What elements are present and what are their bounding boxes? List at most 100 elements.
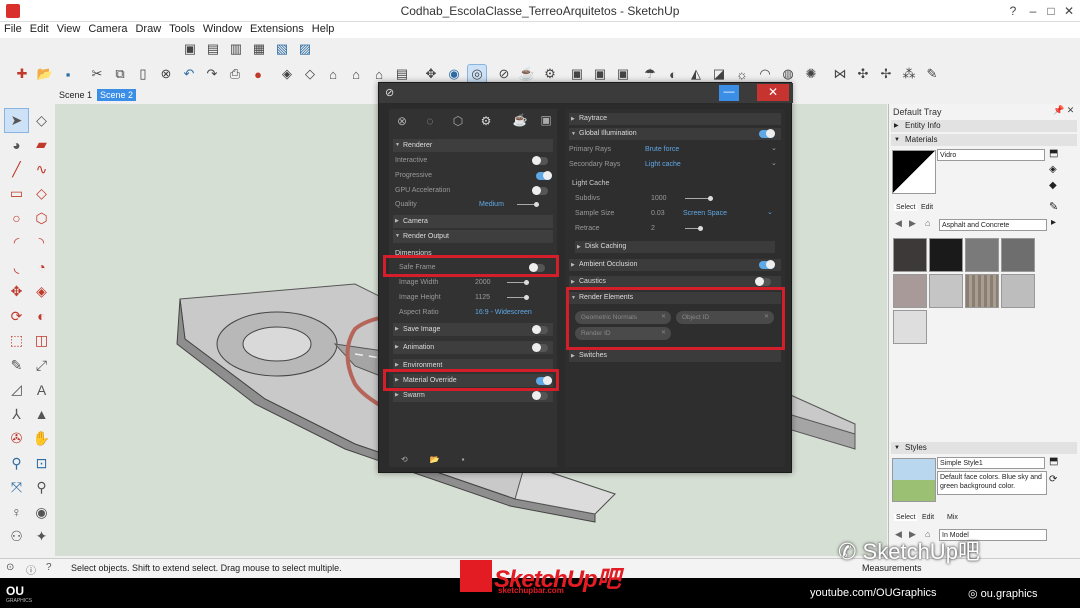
global-illumination-section[interactable]: Global Illumination — [569, 128, 781, 140]
material-swatch[interactable] — [1001, 274, 1035, 308]
save-settings-icon[interactable]: ▪ — [462, 455, 465, 469]
three-point-arc-icon[interactable]: ◟ — [4, 255, 29, 280]
menu-draw[interactable]: Draw — [131, 22, 165, 36]
save-image-toggle[interactable] — [532, 325, 548, 334]
menu-tools[interactable]: Tools — [165, 22, 199, 36]
create-material-icon[interactable]: ⬒ — [1049, 148, 1058, 159]
sphere-light-icon[interactable]: ☼ — [732, 64, 752, 84]
orbit-tool-icon[interactable]: ✇ — [4, 427, 29, 452]
cut-icon[interactable]: ✂ — [87, 64, 107, 84]
tab-scene-1[interactable]: Scene 1 — [56, 89, 95, 101]
dimension-tool-icon[interactable]: ⤢ — [29, 353, 54, 378]
sample-size-value[interactable]: 0.03 — [651, 210, 665, 217]
styles-edit-tab[interactable]: Edit — [922, 514, 934, 521]
push-pull-icon[interactable]: ◈ — [29, 280, 54, 305]
zoom-window-icon[interactable]: ⊡ — [29, 451, 54, 476]
save-icon[interactable]: ▪ — [58, 64, 78, 84]
primary-rays-dropdown-icon[interactable]: ⌄ — [771, 144, 777, 152]
render-teapot-icon[interactable]: ☕ — [511, 111, 529, 129]
quality-slider[interactable] — [517, 202, 539, 207]
vray-batch-icon[interactable]: ⚙ — [540, 64, 560, 84]
offset-tool-icon[interactable]: ◫ — [29, 329, 54, 354]
pie-tool-icon[interactable]: ◔ — [29, 255, 54, 280]
update-style-icon[interactable]: ⟳ — [1049, 474, 1057, 485]
animation-toggle[interactable] — [532, 343, 548, 352]
materials-section[interactable]: Materials — [891, 134, 1077, 146]
material-library-select[interactable]: Asphalt and Concrete — [939, 219, 1047, 231]
secondary-rays-value[interactable]: Light cache — [645, 161, 681, 168]
front-view-icon[interactable]: ▥ — [226, 39, 246, 59]
erase-icon[interactable]: ⊗ — [156, 64, 176, 84]
animation-section[interactable]: Animation — [393, 341, 553, 354]
lights-category-icon[interactable]: ◌ — [421, 112, 439, 130]
dialog-close-button[interactable]: ✕ — [757, 84, 789, 101]
print-icon[interactable]: ⎙ — [225, 64, 245, 84]
rectangle-tool-icon[interactable]: ▭ — [4, 182, 29, 207]
close-button[interactable]: ✕ — [1060, 2, 1078, 20]
retrace-slider[interactable] — [685, 226, 703, 231]
ies-light-icon[interactable]: ◭ — [686, 64, 706, 84]
mesh-light-icon[interactable]: ◍ — [778, 64, 798, 84]
circle-tool-icon[interactable]: ○ — [4, 206, 29, 231]
caustics-toggle[interactable] — [755, 277, 771, 286]
arc-tool-icon[interactable]: ◜ — [4, 231, 29, 256]
left-view-icon[interactable]: ▨ — [295, 39, 315, 59]
default-material-icon[interactable]: ◆ — [1049, 180, 1057, 191]
ambient-occlusion-toggle[interactable] — [759, 260, 775, 269]
subdivs-slider[interactable] — [685, 196, 713, 201]
nav-home-icon[interactable]: ⌂ — [925, 218, 930, 228]
nav-back-icon[interactable]: ◀ — [895, 218, 902, 229]
style-name-field[interactable]: Simple Style1 — [937, 457, 1045, 469]
progressive-toggle[interactable] — [536, 171, 552, 180]
styles-mix-tab[interactable]: Mix — [947, 514, 958, 521]
vray-settings-icon[interactable]: ◉ — [444, 64, 464, 84]
back-view-icon[interactable]: ▧ — [272, 39, 292, 59]
look-around-icon[interactable]: ◉ — [29, 500, 54, 525]
copy-icon[interactable]: ⧉ — [110, 64, 130, 84]
3d-text-icon[interactable]: ▲ — [29, 402, 54, 427]
sun-icon[interactable]: ✺ — [801, 64, 821, 84]
infinite-plane-icon[interactable]: ⋈ — [830, 64, 850, 84]
make-component-icon[interactable]: ◇ — [29, 108, 54, 133]
gi-toggle[interactable] — [759, 129, 775, 138]
model-info-icon[interactable]: ● — [248, 64, 268, 84]
tab-scene-2[interactable]: Scene 2 — [97, 89, 137, 101]
entity-info-section[interactable]: Entity Info — [891, 120, 1077, 132]
pan-tool-icon[interactable]: ✋ — [29, 427, 54, 452]
polygon-tool-icon[interactable]: ⬡ — [29, 206, 54, 231]
subdivs-value[interactable]: 1000 — [651, 195, 667, 202]
vray-frame-buffer-icon[interactable]: ⊘ — [494, 64, 514, 84]
top-view-icon[interactable]: ▤ — [203, 39, 223, 59]
vray-interactive-icon[interactable]: ▣ — [567, 64, 587, 84]
styles-select-tab[interactable]: Select — [894, 514, 918, 521]
styles-section[interactable]: Styles — [891, 442, 1077, 454]
quality-value[interactable]: Medium — [479, 198, 504, 211]
switches-section[interactable]: Switches — [569, 350, 781, 362]
materials-select-tab[interactable]: Select — [894, 204, 918, 211]
vray-material-icon[interactable]: ☕ — [517, 64, 537, 84]
move-tool-icon[interactable]: ✥ — [4, 280, 29, 305]
menu-extensions[interactable]: Extensions — [246, 22, 308, 36]
materials-edit-tab[interactable]: Edit — [921, 204, 933, 211]
material-swatch[interactable] — [893, 274, 927, 308]
menu-edit[interactable]: Edit — [26, 22, 53, 36]
dialog-minimize-button[interactable]: — — [719, 85, 739, 101]
tape-measure-icon[interactable]: ✎ — [4, 353, 29, 378]
scale-tool-icon[interactable]: ⬚ — [4, 329, 29, 354]
paint-bucket-icon[interactable]: ◕ — [4, 133, 29, 158]
rotate-tool-icon[interactable]: ⟳ — [4, 304, 29, 329]
image-width-slider[interactable] — [507, 280, 529, 285]
spot-light-icon[interactable]: ◐ — [663, 64, 683, 84]
image-height-slider[interactable] — [507, 295, 529, 300]
material-swatch[interactable] — [929, 238, 963, 272]
previous-view-icon[interactable]: ⚲ — [29, 476, 54, 501]
interactive-toggle[interactable] — [532, 156, 548, 165]
omni-light-icon[interactable]: ☂ — [640, 64, 660, 84]
renderer-section[interactable]: Renderer — [393, 139, 553, 152]
rotated-rectangle-icon[interactable]: ◇ — [29, 182, 54, 207]
follow-me-icon[interactable]: ◐ — [29, 304, 54, 329]
menu-window[interactable]: Window — [199, 22, 246, 36]
wireframe-icon[interactable]: ⌂ — [323, 64, 343, 84]
reset-settings-icon[interactable]: ⟲ — [401, 455, 408, 469]
material-swatch[interactable] — [893, 238, 927, 272]
